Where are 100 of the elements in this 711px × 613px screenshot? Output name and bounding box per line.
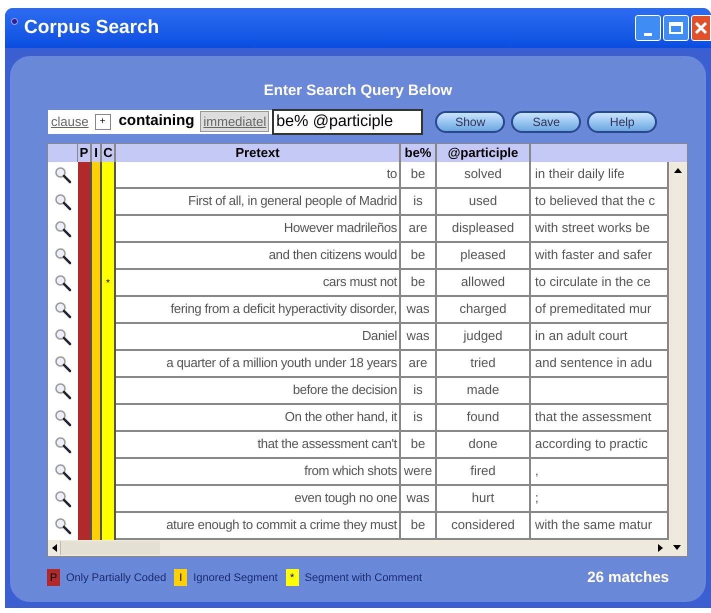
partial-code-cell xyxy=(78,512,92,540)
scroll-down-icon[interactable] xyxy=(673,545,681,550)
magnifier-icon[interactable] xyxy=(54,220,72,238)
verb-cell: are xyxy=(401,350,437,378)
magnifier-icon[interactable] xyxy=(54,166,72,184)
verb-cell: is xyxy=(401,188,437,216)
verb-cell: is xyxy=(401,378,437,404)
scroll-left-icon[interactable] xyxy=(52,544,56,552)
verb-cell: are xyxy=(401,216,437,242)
query-field[interactable]: be% @participle xyxy=(272,108,424,134)
verb-cell: be xyxy=(401,270,437,296)
posttext-cell: of premeditated mur xyxy=(531,296,669,324)
magnifier-icon[interactable] xyxy=(54,328,72,346)
legend-label: Only Partially Coded xyxy=(66,570,166,586)
comment-cell xyxy=(102,512,116,540)
magnifier-icon[interactable] xyxy=(54,463,72,481)
participle-cell: hurt xyxy=(437,486,531,512)
posttext-cell: with street works be xyxy=(531,216,669,242)
legend-swatch: I xyxy=(174,569,188,586)
magnifier-icon[interactable] xyxy=(54,247,72,265)
pretext-cell: a quarter of a million youth under 18 years xyxy=(116,350,401,378)
posttext-cell: according to practic xyxy=(531,432,669,458)
pretext-cell: However madrileños xyxy=(116,216,401,242)
legend-swatch: * xyxy=(286,569,299,586)
scroll-thumb[interactable] xyxy=(60,540,160,554)
verb-cell: was xyxy=(401,324,437,350)
add-button[interactable]: + xyxy=(94,114,111,130)
pretext-cell: from which shots xyxy=(116,458,401,486)
posttext-cell: that the assessment xyxy=(531,404,669,432)
participle-cell: solved xyxy=(437,162,531,188)
participle-cell: displeased xyxy=(437,216,531,242)
verb-cell: be xyxy=(401,432,437,458)
participle-cell: charged xyxy=(437,296,531,324)
magnifier-icon[interactable] xyxy=(54,382,72,400)
magnifier-icon[interactable] xyxy=(54,274,72,292)
participle-cell: used xyxy=(437,188,531,216)
legend-label: Ignored Segment xyxy=(193,570,278,586)
window-icon xyxy=(11,18,18,25)
verb-cell: be xyxy=(401,162,437,188)
verb-cell: is xyxy=(401,404,437,432)
participle-cell: found xyxy=(437,404,531,432)
posttext-cell: with the same matur xyxy=(531,512,669,540)
posttext-cell: in an adult court xyxy=(531,324,669,350)
query-button[interactable]: Show xyxy=(435,110,506,132)
pretext-cell: to xyxy=(116,162,401,188)
participle-cell: done xyxy=(437,432,531,458)
containing-label: containing xyxy=(118,111,194,132)
maximize-button[interactable] xyxy=(663,15,689,41)
posttext-cell: and sentence in adu xyxy=(531,350,669,378)
verb-cell: was xyxy=(401,486,437,512)
participle-cell: pleased xyxy=(437,242,531,270)
pretext-cell: even tough no one xyxy=(116,486,401,512)
query-heading: Enter Search Query Below xyxy=(264,81,452,101)
participle-cell: considered xyxy=(437,512,531,540)
scroll-right-icon[interactable] xyxy=(658,544,662,552)
immediately-link[interactable]: immediatel xyxy=(200,110,270,132)
close-icon xyxy=(694,21,708,35)
magnifier-icon[interactable] xyxy=(54,490,72,508)
magnifier-icon[interactable] xyxy=(54,301,72,319)
pretext-cell: Daniel xyxy=(116,324,401,350)
posttext-cell: ; xyxy=(531,486,669,512)
legend-label: Segment with Comment xyxy=(304,570,422,586)
pretext-cell: ature enough to commit a crime they must xyxy=(116,512,401,540)
participle-cell: judged xyxy=(437,324,531,350)
minimize-button[interactable] xyxy=(635,15,661,41)
window-title: Corpus Search xyxy=(24,16,160,40)
query-button[interactable]: Save xyxy=(511,110,582,132)
pretext-cell: that the assessment can't xyxy=(116,432,401,458)
comment-cell: * xyxy=(102,270,116,296)
participle-cell: tried xyxy=(437,350,531,378)
magnifier-icon[interactable] xyxy=(54,409,72,427)
magnifier-icon[interactable] xyxy=(54,355,72,373)
posttext-cell: to circulate in the ce xyxy=(531,270,669,296)
ignored-cell xyxy=(92,162,102,188)
magnifier-icon[interactable] xyxy=(54,517,72,535)
verb-cell: be xyxy=(401,242,437,270)
pretext-cell: fering from a deficit hyperactivity disorder, xyxy=(116,296,401,324)
magnifier-icon[interactable] xyxy=(54,193,72,211)
comment-cell xyxy=(102,162,116,188)
match-count: 26 matches xyxy=(587,568,669,588)
horizontal-scrollbar[interactable] xyxy=(48,540,667,556)
verb-cell: be xyxy=(401,512,437,540)
participle-cell: fired xyxy=(437,458,531,486)
partial-code-cell xyxy=(78,162,92,188)
posttext-cell: to believed that the c xyxy=(531,188,669,216)
ignored-cell xyxy=(92,512,102,540)
posttext-cell: with faster and safer xyxy=(531,242,669,270)
posttext-cell: , xyxy=(531,458,669,486)
close-button[interactable] xyxy=(691,15,711,41)
pretext-cell: On the other hand, it xyxy=(116,404,401,432)
participle-cell: allowed xyxy=(437,270,531,296)
clause-link[interactable]: clause xyxy=(51,112,89,132)
query-button[interactable]: Help xyxy=(587,110,658,132)
verb-cell: were xyxy=(401,458,437,486)
magnifier-icon[interactable] xyxy=(54,436,72,454)
pretext-cell: First of all, in general people of Madrid xyxy=(116,188,401,216)
pretext-cell: before the decision xyxy=(116,378,401,404)
legend-swatch: P xyxy=(47,569,60,586)
participle-cell: made xyxy=(437,378,531,404)
verb-cell: was xyxy=(401,296,437,324)
